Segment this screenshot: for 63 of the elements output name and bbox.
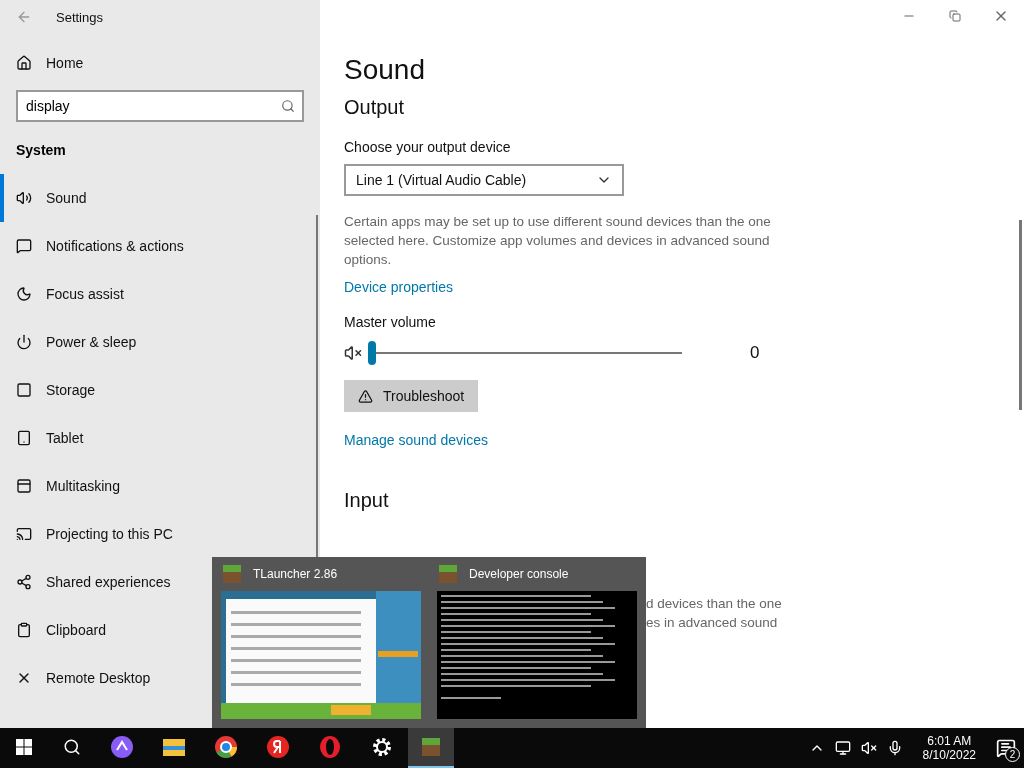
warning-icon xyxy=(358,388,373,404)
description-text: es in advanced sound xyxy=(646,614,779,632)
manage-devices-link[interactable]: Manage sound devices xyxy=(344,432,488,448)
volume-reading: 0 xyxy=(750,343,760,363)
sidebar-item-icon xyxy=(16,622,32,638)
sidebar-item[interactable]: Projecting to this PC xyxy=(0,510,320,558)
sidebar-item-icon xyxy=(16,574,32,590)
sidebar-item-icon xyxy=(16,238,32,254)
browser-icon xyxy=(318,735,342,759)
description-text: d devices than the one xyxy=(646,595,783,613)
sidebar-item[interactable]: Storage xyxy=(0,366,320,414)
home-icon xyxy=(16,55,32,71)
description-text: Certain apps may be set up to use different sound devices than the one selected here. Customize app volumes and devices in advanced sound options. xyxy=(344,213,772,269)
assistant-icon xyxy=(110,735,134,759)
notifications-icon[interactable] xyxy=(996,738,1016,758)
output-device-dropdown[interactable]: Line 1 (Virtual Audio Cable) xyxy=(344,164,624,196)
sidebar-item[interactable]: Clipboard xyxy=(0,606,320,654)
window-title: Settings xyxy=(56,9,103,25)
grass-block-icon xyxy=(221,563,243,585)
preview-title: Developer console xyxy=(469,567,569,581)
notification-count: 2 xyxy=(1005,747,1020,762)
field-label: Master volume xyxy=(344,314,437,330)
grass-block-icon xyxy=(420,736,442,758)
windows-icon xyxy=(16,739,32,755)
field-label: Choose your output device xyxy=(344,139,512,155)
clock[interactable]: 6:01 AM 8/10/2022 xyxy=(922,734,976,762)
grass-block-icon xyxy=(437,563,459,585)
network-icon[interactable] xyxy=(834,740,851,756)
sidebar-item-icon xyxy=(16,526,32,542)
browser-icon xyxy=(266,735,290,759)
sidebar-item[interactable]: Multitasking xyxy=(0,462,320,510)
page-title: Sound xyxy=(344,54,426,86)
search-field[interactable]: display xyxy=(16,90,304,122)
sidebar-item[interactable]: Tablet xyxy=(0,414,320,462)
sidebar-item-icon xyxy=(16,430,32,446)
sidebar-item-icon xyxy=(16,190,32,206)
device-properties-link[interactable]: Device properties xyxy=(344,279,453,295)
browser-icon xyxy=(214,735,238,759)
sidebar-item[interactable]: Remote Desktop xyxy=(0,654,320,702)
sidebar-item[interactable]: Focus assist xyxy=(0,270,320,318)
sidebar-item-icon xyxy=(16,286,32,302)
sidebar-item-icon xyxy=(16,382,32,398)
restore-icon xyxy=(949,10,961,22)
troubleshoot-button[interactable]: Troubleshoot xyxy=(344,380,479,412)
search-icon xyxy=(281,99,295,113)
folder-icon xyxy=(162,737,186,757)
date-text: 8/10/2022 xyxy=(922,748,976,762)
home-link[interactable]: Home xyxy=(0,40,320,86)
sidebar-item[interactable]: Notifications & actions xyxy=(0,222,320,270)
time-text: 6:01 AM xyxy=(927,734,972,748)
section-heading: System xyxy=(15,141,67,160)
preview-title: TLauncher 2.86 xyxy=(253,567,338,581)
gear-icon xyxy=(371,736,393,758)
search-icon xyxy=(63,738,81,756)
muted-speaker-icon[interactable] xyxy=(344,344,362,362)
section-heading: Output xyxy=(344,96,406,119)
sidebar-item-icon xyxy=(16,478,32,494)
sidebar-item-icon xyxy=(16,334,32,350)
section-heading: Input xyxy=(344,489,390,512)
taskbar-app-button[interactable] xyxy=(408,728,454,768)
slider-thumb[interactable] xyxy=(368,341,376,365)
sidebar-item[interactable]: Power & sleep xyxy=(0,318,320,366)
muted-speaker-icon[interactable] xyxy=(860,740,877,756)
